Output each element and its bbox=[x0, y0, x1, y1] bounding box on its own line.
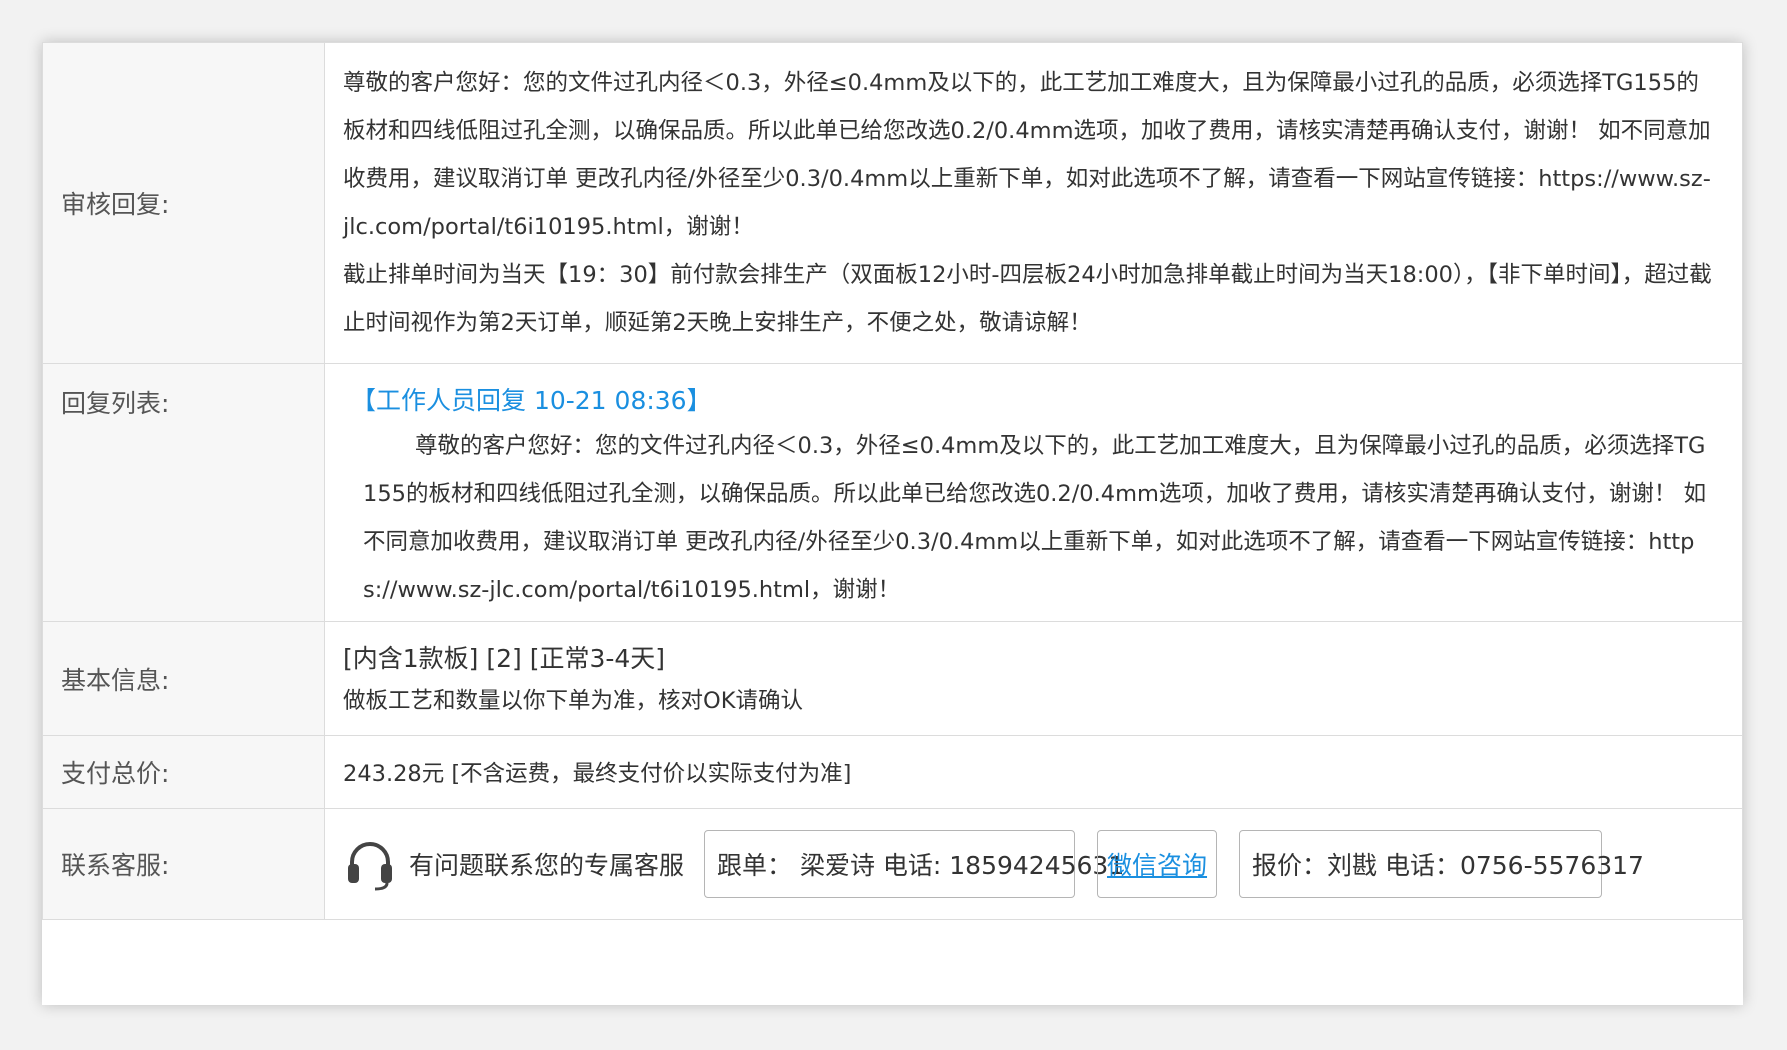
contact-label: 联系客服: bbox=[42, 808, 325, 920]
schedule-notice: 截止排单时间为当天【19：30】前付款会排生产（双面板12小时-四层板24小时加… bbox=[343, 262, 1712, 336]
quote-contact: 报价：刘戡 电话：0756-5576317 bbox=[1239, 830, 1644, 898]
replies-label: 回复列表: bbox=[42, 363, 325, 622]
payment-label: 支付总价: bbox=[42, 735, 325, 809]
basic-label: 基本信息: bbox=[42, 621, 325, 736]
payment-value: 243.28元 [不含运费，最终支付价以实际支付为准] bbox=[324, 735, 1743, 809]
replies-row: 回复列表: 【工作人员回复 10-21 08:36】 尊敬的客户您好：您的文件过… bbox=[42, 363, 1743, 622]
follow-up-contact: 跟单： 梁爱诗 电话: 18594245631 bbox=[704, 830, 1124, 898]
review-notice: 尊敬的客户您好：您的文件过孔内径＜0.3，外径≤0.4mm及以下的，此工艺加工难… bbox=[343, 70, 1711, 240]
headset-icon bbox=[348, 842, 392, 891]
reply-header: 【工作人员回复 10-21 08:36】 bbox=[351, 386, 712, 415]
replies-content: 【工作人员回复 10-21 08:36】 尊敬的客户您好：您的文件过孔内径＜0.… bbox=[324, 363, 1743, 622]
wechat-consult-link[interactable]: 微信咨询 bbox=[1107, 846, 1207, 882]
wechat-box: 微信咨询 bbox=[1097, 830, 1218, 898]
order-info-table: 审核回复: 尊敬的客户您好：您的文件过孔内径＜0.3，外径≤0.4mm及以下的，… bbox=[42, 42, 1743, 920]
basic-summary: [内含1款板] [2] [正常3-4天] bbox=[343, 643, 666, 673]
contact-content: 有问题联系您的专属客服 跟单： 梁爱诗 电话: 18594245631 微信咨询… bbox=[324, 808, 1743, 920]
basic-row: 基本信息: [内含1款板] [2] [正常3-4天] 做板工艺和数量以你下单为准… bbox=[42, 621, 1743, 736]
review-content: 尊敬的客户您好：您的文件过孔内径＜0.3，外径≤0.4mm及以下的，此工艺加工难… bbox=[324, 42, 1743, 364]
contact-prompt: 有问题联系您的专属客服 bbox=[409, 851, 685, 880]
contact-row: 联系客服: 有问题联系您的专属客服 跟单： 梁爱诗 电话: 1859424563… bbox=[42, 808, 1743, 920]
payment-row: 支付总价: 243.28元 [不含运费，最终支付价以实际支付为准] bbox=[42, 735, 1743, 809]
order-info-card: 审核回复: 尊敬的客户您好：您的文件过孔内径＜0.3，外径≤0.4mm及以下的，… bbox=[42, 42, 1743, 1005]
basic-content: [内含1款板] [2] [正常3-4天] 做板工艺和数量以你下单为准，核对OK请… bbox=[324, 621, 1743, 736]
review-row: 审核回复: 尊敬的客户您好：您的文件过孔内径＜0.3，外径≤0.4mm及以下的，… bbox=[42, 42, 1743, 364]
reply-body: 尊敬的客户您好：您的文件过孔内径＜0.3，外径≤0.4mm及以下的，此工艺加工难… bbox=[363, 433, 1707, 603]
basic-note: 做板工艺和数量以你下单为准，核对OK请确认 bbox=[343, 687, 803, 714]
review-label: 审核回复: bbox=[42, 42, 325, 364]
